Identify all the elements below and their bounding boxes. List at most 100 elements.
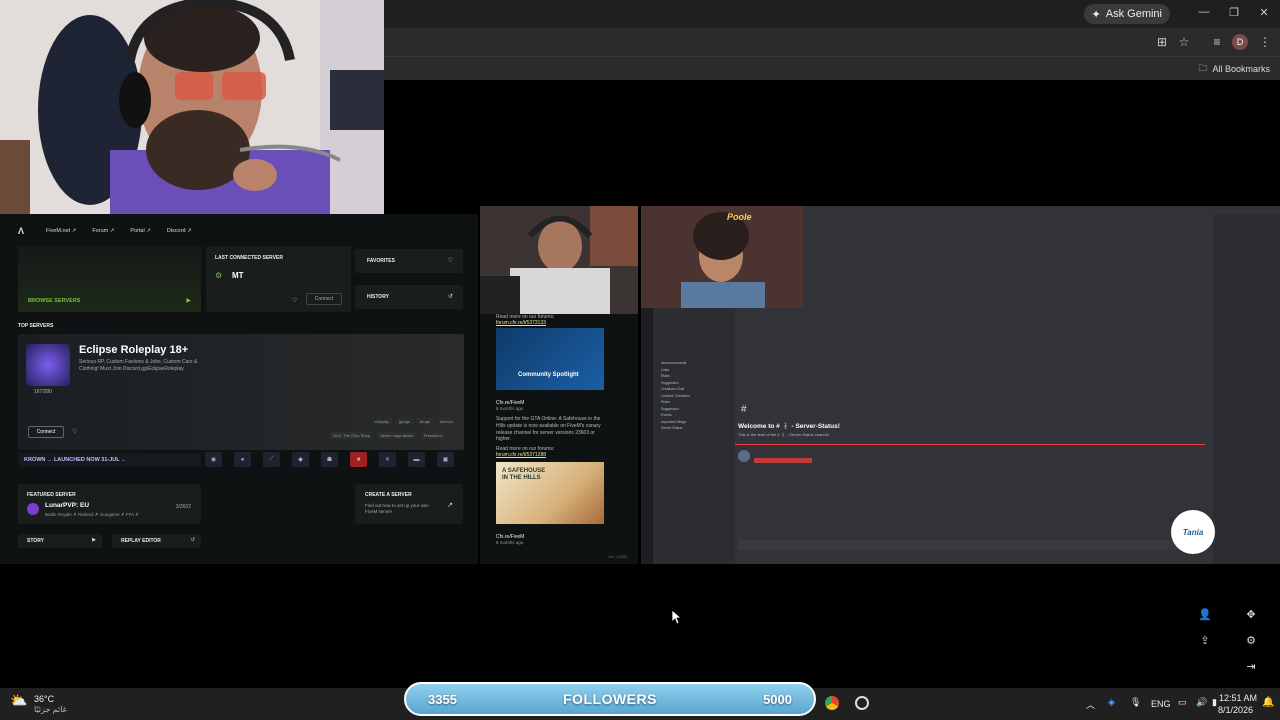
featured-server-card[interactable]: FEATURED SERVER LunarPVP: EU Battle Roya… <box>18 484 201 524</box>
media-icon[interactable]: ≡ <box>1209 35 1225 49</box>
browse-servers-label: BROWSE SERVERS <box>28 298 81 304</box>
weather-icon[interactable]: ⛅ <box>10 692 27 709</box>
heart-icon: ♡ <box>447 258 453 264</box>
followers-label: FOLLOWERS <box>563 691 657 707</box>
close-icon[interactable]: ✕ <box>1256 6 1272 19</box>
microphone-icon[interactable]: 🎙 <box>1130 697 1141 708</box>
notification-icon[interactable]: 🔔 <box>1262 697 1274 708</box>
temperature: 36°C <box>34 694 55 704</box>
eclipse-connect-button[interactable]: Connect <box>28 426 64 438</box>
clock-time[interactable]: 12:51 AM <box>1219 693 1257 703</box>
news-text: Support for the GTA Online: A Safehouse … <box>496 416 601 443</box>
channel-item[interactable]: Server Status <box>661 425 733 432</box>
featured-label: FEATURED SERVER <box>27 492 76 498</box>
spotlight-image: Community Spotlight <box>496 328 604 390</box>
network-icon[interactable]: ▭ <box>1178 697 1187 708</box>
create-server-card[interactable]: CREATE A SERVER Find out how to set up y… <box>355 484 463 524</box>
chrome-icon[interactable] <box>825 696 839 710</box>
featured-players: 3/2602 <box>175 504 191 510</box>
chevron-up-icon[interactable]: ︿ <box>1086 698 1095 711</box>
server-icon[interactable]: ● <box>234 452 251 467</box>
ask-gemini-button[interactable]: ✦ Ask Gemini <box>1083 4 1170 24</box>
channel-items: Announcements Links Rules Suggestion Cre… <box>661 360 733 432</box>
heart-icon[interactable]: ♡ <box>72 428 77 435</box>
profile-avatar[interactable]: D <box>1232 34 1248 50</box>
refresh-icon: ↺ <box>190 537 195 543</box>
last-server-name: MT <box>232 271 244 280</box>
bookmarks-bar <box>384 56 1280 80</box>
news-feed: Read more on our forums: forum.cfx.re/t/… <box>480 314 638 564</box>
gear-icon[interactable]: ⚙ <box>1244 634 1258 648</box>
server-icon[interactable]: ⟋ <box>263 452 280 467</box>
discord-welcome: Welcome to # 🚦 - Server-Status! <box>738 423 840 430</box>
server-icon[interactable]: ✕ <box>379 452 396 467</box>
nav-fivem-net[interactable]: FiveM.net ↗ <box>46 228 76 234</box>
krown-banner[interactable]: KROWN → LAUNCHED NOW 31-JUL ← <box>18 453 201 467</box>
last-connected-card[interactable]: LAST CONNECTED SERVER ⚙ MT ♡ Connect <box>206 246 351 312</box>
clock-date[interactable]: 8/1/2026 <box>1218 705 1253 715</box>
top-servers-label: TOP SERVERS <box>18 323 54 329</box>
translate-icon[interactable]: ⊞ <box>1154 35 1170 49</box>
server-icon[interactable]: ▬ <box>408 452 425 467</box>
discord-server-rail <box>641 308 653 564</box>
nav-discord[interactable]: Discord ↗ <box>167 228 192 234</box>
folder-icon: 🗀 <box>1198 63 1208 73</box>
connect-last-button[interactable]: Connect <box>306 293 342 305</box>
add-user-icon[interactable]: 👤 <box>1198 608 1212 622</box>
discord-welcome-sub: This is the start of the # 🚦 - Server-St… <box>738 432 830 437</box>
featured-description: Battle Royale ✗ Ranked ✗ Gungame ✗ FFA ✗ <box>45 512 139 517</box>
server-icon[interactable]: ◆ <box>292 452 309 467</box>
language-indicator[interactable]: ENG <box>1151 699 1171 709</box>
server-icon[interactable]: ◉ <box>205 452 222 467</box>
safehouse-image: A SAFEHOUSE IN THE HILLS <box>496 462 604 524</box>
featured-logo <box>27 503 39 515</box>
eclipse-server-card[interactable]: Eclipse Roleplay 18+ Serious RP, Custom … <box>18 334 464 450</box>
gemini-icon: ✦ <box>1091 8 1101 21</box>
spotlight-label: Community Spotlight <box>518 372 579 378</box>
message-input[interactable] <box>738 540 1208 550</box>
browse-servers-card[interactable]: BROWSE SERVERS ▶ <box>18 246 201 312</box>
external-link-icon: ↗ <box>447 502 453 509</box>
server-icon[interactable]: ■ <box>350 452 367 467</box>
move-icon[interactable]: ✥ <box>1244 608 1258 622</box>
menu-icon[interactable]: ⋮ <box>1257 35 1273 49</box>
eclipse-title: Eclipse Roleplay 18+ <box>79 344 189 356</box>
sign-in-icon[interactable]: ⇥ <box>1244 660 1258 674</box>
nav-portal[interactable]: Portal ↗ <box>130 228 151 234</box>
streamer-webcam <box>0 0 384 214</box>
news-age-2: 8 months ago <box>496 540 524 545</box>
volume-icon[interactable]: 🔊 <box>1196 697 1207 708</box>
version-label: Ver. 13206 <box>608 554 628 559</box>
featured-name: LunarPVP: EU <box>45 502 90 509</box>
minimize-button[interactable]: — <box>1196 6 1212 18</box>
replay-editor-button[interactable]: REPLAY EDITOR ↺ <box>112 534 201 548</box>
history-card[interactable]: HISTORY ↺ <box>355 285 463 309</box>
star-icon[interactable]: ☆ <box>1176 35 1192 49</box>
obs-icon[interactable] <box>855 696 869 710</box>
fivem-launcher: Λ FiveM.net ↗ Forum ↗ Portal ↗ Discord ↗… <box>0 214 478 564</box>
share-icon[interactable]: ⇪ <box>1198 634 1212 648</box>
play-icon: ▶ <box>186 298 191 304</box>
heart-icon[interactable]: ♡ <box>292 297 297 304</box>
nav-forum[interactable]: Forum ↗ <box>92 228 114 234</box>
all-bookmarks-button[interactable]: 🗀 All Bookmarks <box>1198 61 1270 77</box>
create-server-label: CREATE A SERVER <box>365 492 412 498</box>
maximize-button[interactable]: ❐ <box>1226 6 1242 19</box>
eclipse-logo <box>26 344 70 386</box>
battery-icon[interactable]: ▮ <box>1212 697 1217 708</box>
followers-current: 3355 <box>428 691 457 707</box>
forum-link-2[interactable]: forum.cfx.re/t/5371288 <box>496 452 546 458</box>
followers-goal-bar: 3355 FOLLOWERS 5000 <box>404 682 816 716</box>
server-icon[interactable]: ▣ <box>437 452 454 467</box>
tray-app-icon[interactable]: ◈ <box>1108 697 1115 708</box>
secondary-webcam <box>480 206 638 314</box>
server-icon[interactable]: ☗ <box>321 452 338 467</box>
forum-link-1[interactable]: forum.cfx.re/t/5373133 <box>496 320 546 326</box>
story-button[interactable]: STORY ▶ <box>18 534 102 548</box>
mouse-cursor-icon <box>672 610 682 624</box>
favorites-card[interactable]: FAVORITES ♡ <box>355 249 463 273</box>
server-icon-row: ◉ ● ⟋ ◆ ☗ ■ ✕ ▬ ▣ <box>205 452 454 467</box>
news-age: 8 months ago <box>496 406 524 411</box>
create-server-desc: Find out how to set up your own FiveM se… <box>365 503 429 514</box>
favorites-label: FAVORITES <box>367 258 395 264</box>
